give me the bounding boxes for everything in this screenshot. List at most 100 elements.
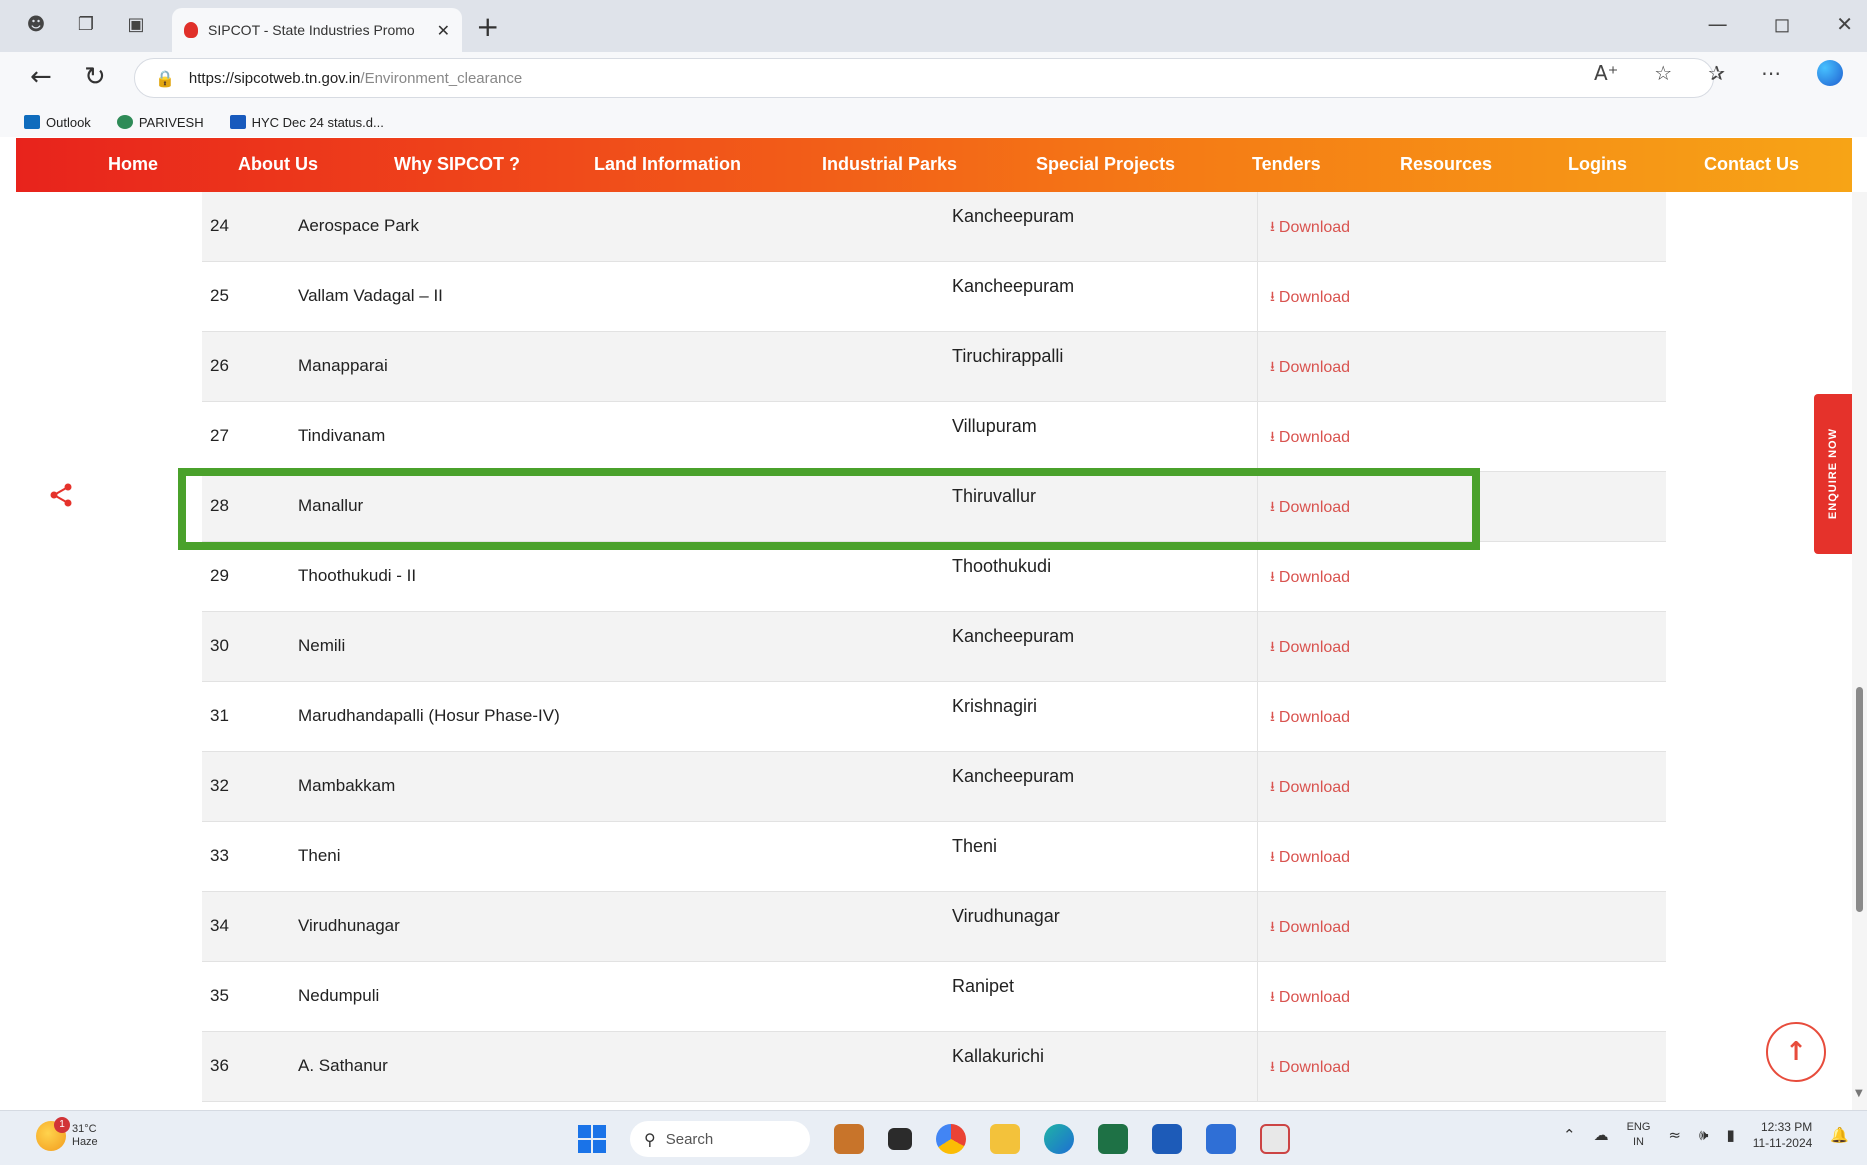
read-aloud-icon[interactable]: A⁺ bbox=[1594, 61, 1618, 85]
file-explorer-icon[interactable] bbox=[990, 1124, 1020, 1154]
url-host: https://sipcotweb.tn.gov.in bbox=[188, 69, 361, 87]
nav-why-sipcot[interactable]: Why SIPCOT ? bbox=[394, 154, 520, 175]
maximize-icon[interactable]: ◻ bbox=[1774, 12, 1791, 36]
close-window-icon[interactable]: ✕ bbox=[1836, 12, 1853, 36]
nav-logins[interactable]: Logins bbox=[1568, 154, 1627, 175]
download-label: Download bbox=[1278, 429, 1351, 446]
park-name: A. Sathanur bbox=[298, 1056, 388, 1075]
download-link[interactable]: ⭳ Download bbox=[1270, 916, 1350, 940]
download-link[interactable]: ⭳ Download bbox=[1270, 846, 1350, 870]
row-number: 35 bbox=[210, 986, 229, 1005]
download-label: Download bbox=[1278, 639, 1351, 656]
district-name: Thoothukudi bbox=[952, 556, 1052, 576]
row-number: 36 bbox=[210, 1056, 229, 1075]
workspaces-icon[interactable]: ❐ bbox=[74, 12, 98, 36]
table-row: 31 Marudhandapalli (Hosur Phase-IV) Kris… bbox=[202, 682, 1666, 752]
address-bar[interactable]: 🔒 https://sipcotweb.tn.gov.in/Environmen… bbox=[134, 58, 1714, 98]
share-icon[interactable] bbox=[48, 482, 74, 508]
nav-home[interactable]: Home bbox=[108, 154, 158, 175]
download-link[interactable]: ⭳ Download bbox=[1270, 986, 1350, 1010]
download-link[interactable]: ⭳ Download bbox=[1270, 566, 1350, 590]
download-link[interactable]: ⭳ Download bbox=[1270, 636, 1350, 660]
favorite-hyc-status[interactable]: HYC Dec 24 status.d... bbox=[229, 114, 384, 130]
weather-widget[interactable]: 1 31°C Haze bbox=[36, 1117, 98, 1151]
download-label: Download bbox=[1278, 779, 1351, 796]
active-tab[interactable]: SIPCOT - State Industries Promo ✕ bbox=[172, 8, 462, 52]
download-link[interactable]: ⭳ Download bbox=[1270, 426, 1350, 450]
nav-special-projects[interactable]: Special Projects bbox=[1036, 154, 1175, 175]
download-icon: ⭳ bbox=[1270, 849, 1275, 865]
row-number: 32 bbox=[210, 776, 229, 795]
page-scrollbar[interactable]: ▲ ▼ bbox=[1852, 192, 1867, 1110]
battery-icon[interactable]: ▮ bbox=[1726, 1126, 1734, 1144]
nav-industrial-parks[interactable]: Industrial Parks bbox=[822, 154, 957, 175]
copilot-icon[interactable] bbox=[1817, 60, 1843, 86]
url-text: https://sipcotweb.tn.gov.in/Environment_… bbox=[189, 70, 522, 87]
favorites-icon[interactable]: ✰ bbox=[1708, 61, 1725, 85]
volume-icon[interactable]: 🕪 bbox=[1699, 1126, 1708, 1144]
outlook-app-icon[interactable] bbox=[1152, 1124, 1182, 1154]
briefcase-app-icon[interactable] bbox=[834, 1124, 864, 1154]
notifications-bell-icon[interactable]: 🔔 bbox=[1830, 1126, 1849, 1144]
download-label: Download bbox=[1278, 709, 1351, 726]
district-name: Kancheepuram bbox=[952, 206, 1075, 226]
scroll-down-icon[interactable]: ▼ bbox=[1855, 1088, 1863, 1099]
back-icon[interactable]: ← bbox=[30, 62, 52, 92]
district-name: Kancheepuram bbox=[952, 766, 1075, 786]
download-label: Download bbox=[1278, 919, 1351, 936]
taskbar-apps: ⚲ Search bbox=[578, 1121, 1290, 1157]
download-link[interactable]: ⭳ Download bbox=[1270, 706, 1350, 730]
nav-resources[interactable]: Resources bbox=[1400, 154, 1492, 175]
download-link[interactable]: ⭳ Download bbox=[1270, 356, 1350, 380]
favorite-star-icon[interactable]: ☆ bbox=[1654, 61, 1672, 85]
edge-icon[interactable] bbox=[1044, 1124, 1074, 1154]
download-link[interactable]: ⭳ Download bbox=[1270, 1056, 1350, 1080]
nav-about-us[interactable]: About Us bbox=[238, 154, 318, 175]
favorite-label: HYC Dec 24 status.d... bbox=[251, 114, 384, 130]
nav-land-information[interactable]: Land Information bbox=[594, 154, 741, 175]
onedrive-icon[interactable]: ☁ bbox=[1594, 1126, 1609, 1144]
sipcot-favicon-icon bbox=[184, 22, 198, 38]
site-info-icon[interactable]: 🔒 bbox=[155, 69, 175, 88]
taskbar-search[interactable]: ⚲ Search bbox=[630, 1121, 810, 1157]
download-link[interactable]: ⭳ Download bbox=[1270, 286, 1350, 310]
more-options-icon[interactable]: ⋯ bbox=[1761, 61, 1781, 85]
scrollbar-thumb[interactable] bbox=[1856, 687, 1863, 912]
favorite-parivesh[interactable]: PARIVESH bbox=[116, 115, 204, 130]
row-number: 27 bbox=[210, 426, 229, 445]
new-tab-button[interactable]: + bbox=[476, 10, 499, 43]
district-name: Kancheepuram bbox=[952, 626, 1075, 646]
snipping-tool-icon[interactable] bbox=[1260, 1124, 1290, 1154]
tab-actions-icon[interactable]: ▣ bbox=[124, 12, 148, 36]
enquire-now-button[interactable]: ENQUIRE NOW bbox=[1814, 394, 1852, 554]
minimize-icon[interactable]: — bbox=[1708, 12, 1728, 36]
table-row: 26 Manapparai Tiruchirappalli ⭳ Download bbox=[202, 332, 1666, 402]
language-indicator[interactable]: ENG IN bbox=[1627, 1120, 1651, 1150]
show-hidden-icons-icon[interactable]: ⌃ bbox=[1563, 1126, 1576, 1144]
task-view-icon[interactable] bbox=[888, 1128, 912, 1150]
table-row: 34 Virudhunagar Virudhunagar ⭳ Download bbox=[202, 892, 1666, 962]
download-link[interactable]: ⭳ Download bbox=[1270, 216, 1350, 240]
chrome-icon[interactable] bbox=[936, 1124, 966, 1154]
refresh-icon[interactable]: ↻ bbox=[84, 62, 106, 92]
excel-icon[interactable] bbox=[1098, 1124, 1128, 1154]
weather-temp: 31°C bbox=[72, 1123, 97, 1135]
weather-sun-icon: 1 bbox=[36, 1117, 70, 1151]
photos-app-icon[interactable] bbox=[1206, 1124, 1236, 1154]
nav-contact-us[interactable]: Contact Us bbox=[1704, 154, 1799, 175]
favorite-outlook[interactable]: Outlook bbox=[24, 115, 91, 130]
clock[interactable]: 12:33 PM 11-11-2024 bbox=[1753, 1119, 1813, 1151]
profile-icon[interactable]: ☻ bbox=[24, 12, 48, 36]
wifi-icon[interactable]: ≈ bbox=[1668, 1126, 1681, 1144]
nav-tenders[interactable]: Tenders bbox=[1252, 154, 1321, 175]
column-divider bbox=[1257, 332, 1258, 402]
download-link[interactable]: ⭳ Download bbox=[1270, 776, 1350, 800]
tab-strip-left-icons: ☻ ❐ ▣ bbox=[24, 12, 148, 36]
download-label: Download bbox=[1278, 569, 1351, 586]
page-content: 24 Aerospace Park Kancheepuram ⭳ Download… bbox=[0, 192, 1867, 1110]
arrow-up-icon: ↑ bbox=[1785, 1037, 1807, 1067]
back-to-top-button[interactable]: ↑ bbox=[1766, 1022, 1826, 1082]
column-divider bbox=[1257, 542, 1258, 612]
windows-start-icon[interactable] bbox=[578, 1125, 606, 1153]
tab-close-icon[interactable]: ✕ bbox=[437, 21, 450, 40]
